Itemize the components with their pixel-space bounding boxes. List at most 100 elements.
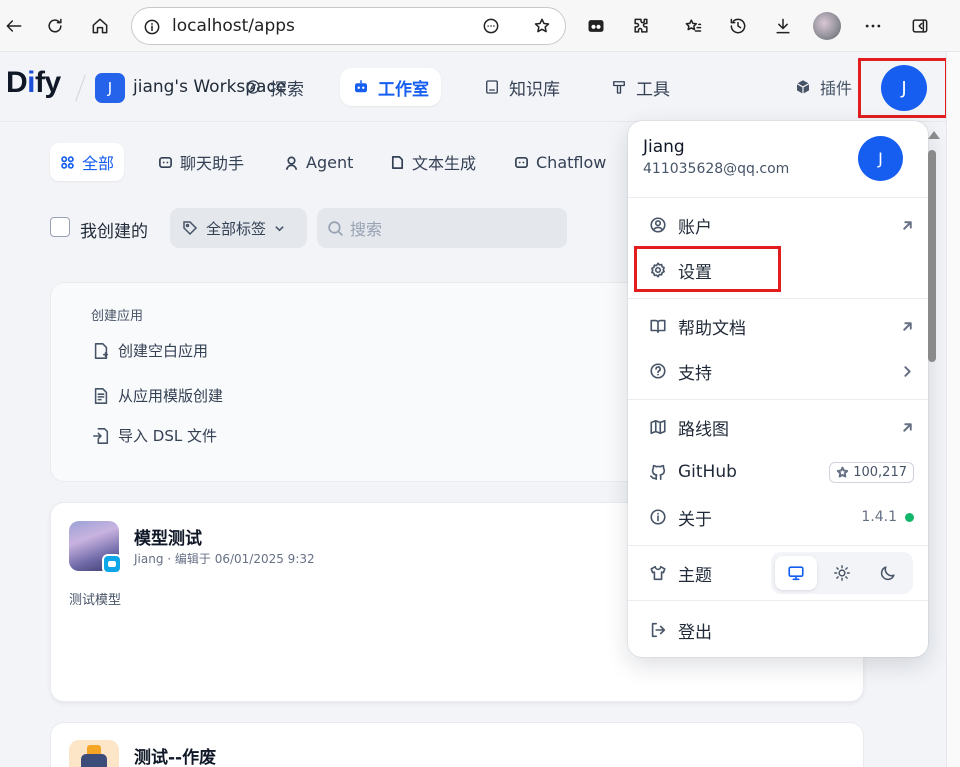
star-icon bbox=[837, 466, 849, 477]
created-by-me-label[interactable]: 我创建的 bbox=[80, 217, 148, 242]
import-dsl-file[interactable]: 导入 DSL 文件 bbox=[92, 425, 217, 446]
chevron-right-icon bbox=[901, 365, 914, 378]
dify-logo[interactable]: Dify bbox=[6, 66, 61, 100]
create-from-template[interactable]: 从应用模版创建 bbox=[92, 385, 223, 406]
tag-filter-select[interactable]: 全部标签 bbox=[170, 208, 307, 248]
nav-studio[interactable]: 工作室 bbox=[340, 68, 441, 106]
account-dropdown-menu: Jiang 411035628@qq.com J 账户 设置 帮助文档 支持 路… bbox=[628, 121, 928, 657]
tag-filter-label: 全部标签 bbox=[206, 219, 267, 238]
nav-explore[interactable]: 探索 bbox=[232, 68, 316, 106]
moon-icon bbox=[880, 566, 895, 581]
menu-user-avatar: J bbox=[858, 136, 903, 181]
scroll-up-arrow-icon[interactable] bbox=[928, 131, 940, 139]
menu-divider bbox=[628, 545, 928, 546]
history-icon[interactable] bbox=[724, 12, 752, 40]
tampermonkey-extension-icon[interactable] bbox=[582, 12, 610, 40]
file-plus-icon bbox=[94, 342, 109, 359]
nav-studio-label: 工作室 bbox=[378, 79, 429, 100]
tab-agent-label: Agent bbox=[306, 152, 354, 172]
menu-help-label: 帮助文档 bbox=[678, 318, 746, 339]
extensions-puzzle-icon[interactable] bbox=[627, 12, 655, 40]
reload-icon[interactable] bbox=[41, 12, 69, 40]
status-dot-icon bbox=[905, 512, 914, 522]
hammer-icon bbox=[613, 81, 625, 94]
tab-chat-assistant[interactable]: 聊天助手 bbox=[148, 143, 254, 181]
document-icon bbox=[391, 155, 404, 169]
app-name[interactable]: 模型测试 bbox=[134, 524, 202, 549]
tab-agent[interactable]: Agent bbox=[274, 143, 363, 181]
theme-dark-button[interactable] bbox=[867, 556, 909, 590]
external-link-icon bbox=[901, 219, 914, 232]
menu-github-label: GitHub bbox=[678, 462, 737, 482]
profile-avatar-icon[interactable] bbox=[813, 12, 841, 40]
theme-system-button[interactable] bbox=[775, 556, 817, 590]
nav-tools[interactable]: 工具 bbox=[598, 68, 682, 106]
menu-item-help-docs[interactable]: 帮助文档 bbox=[648, 308, 914, 344]
page-scroll-track bbox=[946, 52, 960, 767]
menu-item-github[interactable]: GitHub 100,217 bbox=[648, 454, 914, 490]
tag-icon bbox=[183, 221, 198, 236]
menu-item-logout[interactable]: 登出 bbox=[648, 612, 914, 648]
compass-icon bbox=[246, 80, 260, 94]
favorites-list-icon[interactable] bbox=[679, 12, 707, 40]
nav-knowledge[interactable]: 知识库 bbox=[471, 68, 572, 106]
workspace-avatar[interactable]: J bbox=[95, 73, 125, 103]
agent-icon bbox=[285, 156, 298, 170]
nav-knowledge-label: 知识库 bbox=[509, 79, 560, 100]
highlight-box-settings bbox=[634, 246, 781, 292]
grid-icon bbox=[61, 155, 74, 169]
site-info-icon[interactable] bbox=[138, 13, 166, 41]
chatflow-icon bbox=[515, 156, 528, 168]
sidebar-toggle-icon[interactable] bbox=[906, 12, 934, 40]
search-icon bbox=[328, 220, 344, 236]
file-import-icon bbox=[93, 427, 109, 444]
nav-plugins-label: 插件 bbox=[820, 79, 853, 98]
nav-tools-label: 工具 bbox=[636, 79, 670, 100]
menu-divider bbox=[628, 197, 928, 198]
created-by-me-checkbox[interactable] bbox=[50, 217, 70, 237]
nav-plugins[interactable]: 插件 bbox=[782, 68, 864, 106]
external-link-icon bbox=[901, 421, 914, 434]
robot-icon bbox=[355, 80, 367, 93]
tab-all[interactable]: 全部 bbox=[50, 143, 125, 181]
tab-chatflow[interactable]: Chatflow bbox=[504, 143, 616, 181]
shirt-icon bbox=[648, 563, 668, 583]
home-icon[interactable] bbox=[86, 12, 114, 40]
theme-switcher bbox=[771, 552, 913, 594]
external-link-icon bbox=[901, 320, 914, 333]
downloads-icon[interactable] bbox=[769, 12, 797, 40]
menu-item-account[interactable]: 账户 bbox=[648, 207, 914, 243]
search-input[interactable]: 搜索 bbox=[317, 208, 567, 248]
menu-item-roadmap[interactable]: 路线图 bbox=[648, 409, 914, 445]
menu-item-about[interactable]: 关于 1.4.1 bbox=[648, 499, 914, 535]
url-text[interactable]: localhost/apps bbox=[172, 16, 295, 36]
favorite-star-icon[interactable] bbox=[528, 12, 556, 40]
menu-roadmap-label: 路线图 bbox=[678, 419, 729, 440]
scrollbar-thumb[interactable] bbox=[928, 150, 936, 362]
app-thumbnail bbox=[69, 740, 119, 767]
nav-explore-label: 探索 bbox=[270, 79, 304, 100]
create-template-label: 从应用模版创建 bbox=[118, 387, 224, 405]
import-dsl-label: 导入 DSL 文件 bbox=[118, 427, 217, 445]
menu-more-icon[interactable] bbox=[859, 12, 887, 40]
sun-icon bbox=[834, 565, 850, 581]
menu-item-support[interactable]: 支持 bbox=[648, 353, 914, 389]
menu-user-name: Jiang bbox=[643, 137, 685, 157]
tab-text-generation[interactable]: 文本生成 bbox=[380, 143, 486, 181]
menu-logout-label: 登出 bbox=[678, 622, 712, 643]
app-description: 测试模型 bbox=[69, 593, 122, 608]
app-name[interactable]: 测试--作废 bbox=[134, 743, 216, 767]
cube-icon bbox=[796, 80, 810, 95]
more-options-icon[interactable] bbox=[477, 12, 505, 40]
theme-light-button[interactable] bbox=[821, 556, 863, 590]
help-circle-icon bbox=[648, 361, 668, 381]
back-icon[interactable] bbox=[0, 12, 28, 40]
create-app-title: 创建应用 bbox=[91, 309, 144, 324]
create-blank-app[interactable]: 创建空白应用 bbox=[92, 340, 208, 361]
file-template-icon bbox=[94, 387, 108, 404]
menu-about-label: 关于 bbox=[678, 509, 712, 530]
create-blank-label: 创建空白应用 bbox=[118, 342, 209, 360]
version-info: 1.4.1 bbox=[861, 509, 914, 525]
logout-icon bbox=[648, 620, 668, 640]
book-icon bbox=[486, 80, 498, 94]
